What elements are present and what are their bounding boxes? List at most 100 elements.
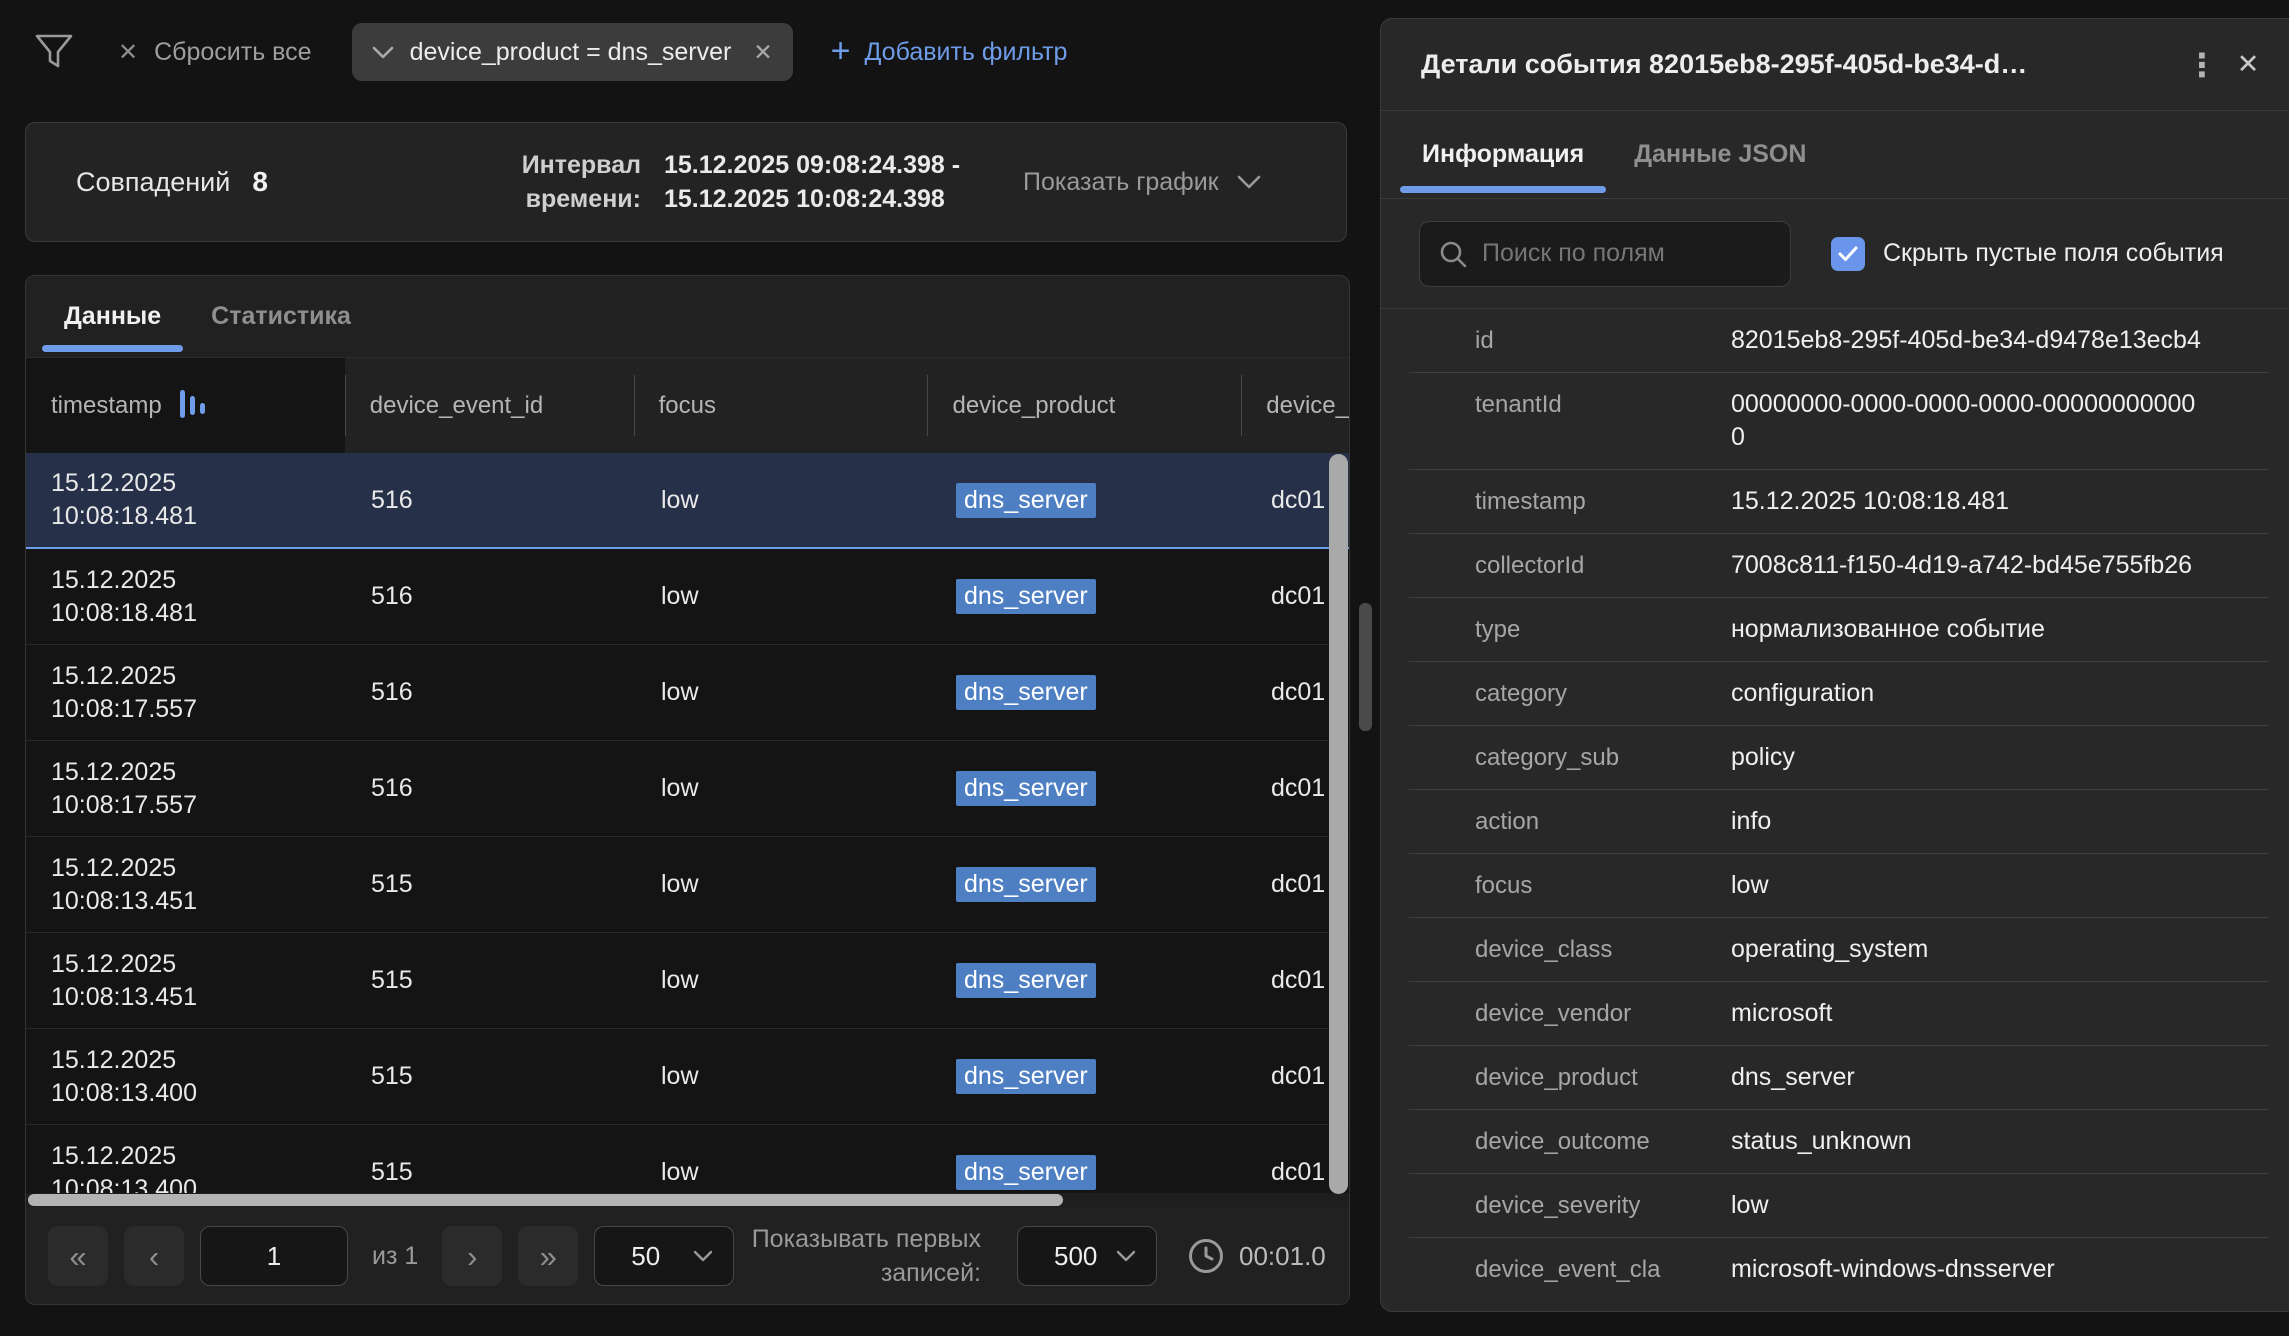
page-size-select[interactable]: 50: [594, 1226, 734, 1286]
details-field-row[interactable]: device_class operating_system: [1409, 917, 2269, 981]
cell-device-event-id: 515: [346, 1062, 636, 1091]
close-details-button[interactable]: ✕: [2225, 42, 2271, 88]
field-key: category_sub: [1475, 741, 1731, 774]
tab-data[interactable]: Данные: [39, 276, 186, 357]
field-value: status_unknown: [1731, 1125, 1912, 1158]
cell-device-event-id: 515: [346, 1158, 636, 1187]
table-vertical-scrollbar[interactable]: [1329, 454, 1348, 1194]
next-page-button[interactable]: ›: [442, 1226, 502, 1286]
records-limit-select[interactable]: 500: [1017, 1226, 1157, 1286]
column-header-timestamp[interactable]: timestamp: [26, 358, 345, 453]
show-chart-label: Показать график: [1023, 168, 1219, 197]
table-header: timestamp device_event_id focus device_p…: [26, 358, 1349, 453]
column-header-device-event-id[interactable]: device_event_id: [345, 358, 634, 453]
column-header-device-product[interactable]: device_product: [927, 358, 1241, 453]
highlighted-match: dns_server: [956, 771, 1096, 806]
horizontal-scrollbar-thumb[interactable]: [28, 1194, 1063, 1206]
field-key: device_severity: [1475, 1189, 1731, 1222]
details-title: Детали события 82015eb8-295f-405d-be34-d…: [1421, 49, 2179, 80]
details-field-row[interactable]: id 82015eb8-295f-405d-be34-d9478e13ecb4: [1409, 309, 2269, 372]
hide-empty-fields-checkbox[interactable]: [1831, 237, 1865, 271]
page-scrollbar-thumb[interactable]: [1359, 603, 1372, 731]
field-search-input[interactable]: [1482, 239, 1772, 268]
details-field-row[interactable]: collectorId 7008c811-f150-4d19-a742-bd45…: [1409, 533, 2269, 597]
details-field-row[interactable]: device_product dns_server: [1409, 1045, 2269, 1109]
matches-counter: Совпадений 8: [76, 123, 268, 241]
table-row[interactable]: 15.12.2025 10:08:13.400 515 low dns_serv…: [26, 1029, 1349, 1125]
column-header-focus[interactable]: focus: [634, 358, 928, 453]
clear-icon: ✕: [118, 38, 138, 67]
field-key: device_product: [1475, 1061, 1731, 1094]
interval-label: Интервал времени:: [426, 148, 641, 216]
field-search[interactable]: [1419, 221, 1791, 287]
highlighted-match: dns_server: [956, 483, 1096, 518]
cell-device-product: dns_server: [931, 678, 1246, 707]
details-field-row[interactable]: category configuration: [1409, 661, 2269, 725]
tab-statistics[interactable]: Статистика: [186, 276, 376, 357]
page-number-input[interactable]: [200, 1226, 348, 1286]
sort-bars-icon[interactable]: [180, 390, 205, 422]
previous-page-button[interactable]: ‹: [124, 1226, 184, 1286]
filter-funnel-icon[interactable]: [32, 30, 76, 74]
highlighted-match: dns_server: [956, 579, 1096, 614]
details-field-row[interactable]: device_severity low: [1409, 1173, 2269, 1237]
table-row[interactable]: 15.12.2025 10:08:18.481 516 low dns_serv…: [26, 549, 1349, 645]
last-page-button[interactable]: »: [518, 1226, 578, 1286]
details-field-row[interactable]: focus low: [1409, 853, 2269, 917]
query-time: 00:01.0: [1187, 1237, 1327, 1275]
highlighted-match: dns_server: [956, 1155, 1096, 1190]
column-header-device[interactable]: device_: [1241, 358, 1349, 453]
table-row[interactable]: 15.12.2025 10:08:13.400 515 low dns_serv…: [26, 1125, 1349, 1193]
details-field-row[interactable]: category_sub policy: [1409, 725, 2269, 789]
results-panel: Данные Статистика timestamp device_event…: [25, 275, 1350, 1305]
details-field-row[interactable]: device_vendor microsoft: [1409, 981, 2269, 1045]
reset-all-filters-button[interactable]: ✕ Сбросить все: [118, 38, 312, 67]
highlighted-match: dns_server: [956, 963, 1096, 998]
matches-count: 8: [252, 166, 268, 198]
details-fields-list: id 82015eb8-295f-405d-be34-d9478e13ecb4 …: [1409, 309, 2269, 1301]
table-row[interactable]: 15.12.2025 10:08:18.481 516 low dns_serv…: [26, 453, 1349, 549]
more-actions-button[interactable]: ⋮: [2179, 42, 2225, 88]
cell-device-product: dns_server: [931, 1158, 1246, 1187]
details-field-row[interactable]: action info: [1409, 789, 2269, 853]
cell-device-product: dns_server: [931, 870, 1246, 899]
cell-timestamp: 15.12.2025 10:08:18.481: [26, 564, 346, 630]
tab-information[interactable]: Информация: [1397, 111, 1609, 198]
show-chart-toggle[interactable]: Показать график: [1023, 123, 1261, 241]
details-field-row[interactable]: tenantId 00000000-0000-0000-0000-0000000…: [1409, 372, 2269, 469]
chevron-down-icon: [372, 46, 394, 59]
details-header: Детали события 82015eb8-295f-405d-be34-d…: [1381, 19, 2289, 111]
filter-chip-label: device_product = dns_server: [410, 38, 732, 67]
field-value: microsoft-windows-dnsserver: [1731, 1253, 2055, 1286]
field-key: category: [1475, 677, 1731, 710]
details-field-row[interactable]: device_event_cla microsoft-windows-dnsse…: [1409, 1237, 2269, 1301]
table-row[interactable]: 15.12.2025 10:08:13.451 515 low dns_serv…: [26, 837, 1349, 933]
first-page-button[interactable]: «: [48, 1226, 108, 1286]
field-key: device_vendor: [1475, 997, 1731, 1030]
table-row[interactable]: 15.12.2025 10:08:13.451 515 low dns_serv…: [26, 933, 1349, 1029]
matches-label: Совпадений: [76, 167, 230, 198]
details-field-row[interactable]: timestamp 15.12.2025 10:08:18.481: [1409, 469, 2269, 533]
cell-device-product: dns_server: [931, 966, 1246, 995]
check-icon: [1838, 246, 1858, 262]
cell-timestamp: 15.12.2025 10:08:17.557: [26, 660, 346, 726]
details-field-row[interactable]: device_outcome status_unknown: [1409, 1109, 2269, 1173]
add-filter-button[interactable]: + Добавить фильтр: [831, 37, 1068, 68]
cell-timestamp: 15.12.2025 10:08:13.451: [26, 948, 346, 1014]
tab-json-data[interactable]: Данные JSON: [1609, 111, 1831, 198]
field-key: timestamp: [1475, 485, 1731, 518]
table-row[interactable]: 15.12.2025 10:08:17.557 516 low dns_serv…: [26, 645, 1349, 741]
cell-focus: low: [636, 1158, 931, 1187]
details-tabs: Информация Данные JSON: [1381, 111, 2289, 199]
table-row[interactable]: 15.12.2025 10:08:17.557 516 low dns_serv…: [26, 741, 1349, 837]
remove-filter-icon[interactable]: ✕: [753, 39, 772, 66]
details-field-row[interactable]: type нормализованное событие: [1409, 597, 2269, 661]
horizontal-scrollbar[interactable]: [26, 1193, 1349, 1207]
field-value: policy: [1731, 741, 1795, 774]
field-key: device_event_cla: [1475, 1253, 1731, 1286]
filter-chip[interactable]: device_product = dns_server ✕: [352, 23, 793, 81]
cell-focus: low: [636, 486, 931, 515]
page-count-label: из 1: [372, 1242, 418, 1271]
add-filter-label: Добавить фильтр: [864, 38, 1067, 67]
cell-device-event-id: 515: [346, 870, 636, 899]
